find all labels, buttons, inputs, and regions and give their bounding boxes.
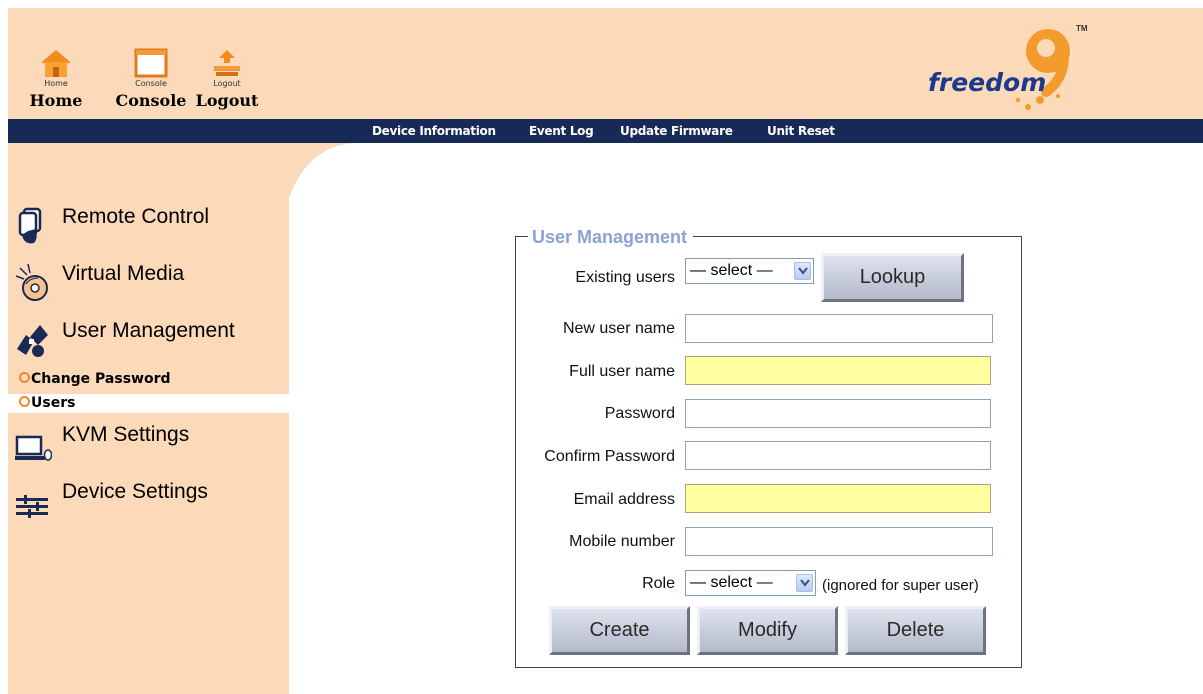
email-address-label: Email address bbox=[573, 491, 675, 508]
password-label: Password bbox=[604, 405, 675, 422]
new-user-name-input[interactable] bbox=[685, 314, 993, 343]
existing-users-select[interactable]: — select — bbox=[685, 258, 814, 284]
home-label: Home bbox=[29, 91, 83, 110]
freedom9-logo: freedom 9 TM bbox=[918, 18, 1098, 113]
chevron-down-icon bbox=[794, 262, 811, 280]
lookup-button[interactable]: Lookup bbox=[821, 253, 964, 302]
sidebar-item-virtual-media[interactable]: Virtual Media bbox=[8, 260, 289, 304]
remote-control-icon bbox=[18, 207, 42, 244]
sidebar-subitem-change-password[interactable]: Change Password bbox=[8, 370, 289, 389]
console-button[interactable]: Console Console bbox=[113, 36, 189, 116]
bullet-icon bbox=[19, 372, 30, 383]
password-input[interactable] bbox=[685, 399, 991, 428]
nav-unit-reset[interactable]: Unit Reset bbox=[767, 124, 835, 138]
virtual-media-icon bbox=[15, 263, 48, 301]
home-button[interactable]: Home Home bbox=[26, 36, 86, 116]
header-bar: Home Home Console Console Logout Logout bbox=[8, 8, 1203, 119]
mobile-number-label: Mobile number bbox=[569, 533, 675, 550]
home-small-label: Home bbox=[44, 79, 68, 88]
sidebar-item-label: Device Settings bbox=[62, 480, 208, 503]
console-label: Console bbox=[115, 91, 187, 110]
console-small-label: Console bbox=[135, 79, 167, 88]
user-management-icon bbox=[17, 325, 48, 357]
sidebar-item-label: User Management bbox=[62, 319, 235, 342]
role-hint: (ignored for super user) bbox=[822, 577, 979, 594]
sidebar: Remote Control Virtual Media User Manage… bbox=[8, 143, 289, 694]
role-select[interactable]: — select — bbox=[685, 570, 816, 596]
confirm-password-label: Confirm Password bbox=[544, 448, 675, 465]
nav-device-information[interactable]: Device Information bbox=[372, 124, 496, 138]
sidebar-subitem-label: Users bbox=[31, 395, 76, 411]
sidebar-item-remote-control[interactable]: Remote Control bbox=[8, 203, 289, 247]
role-value: — select — bbox=[690, 574, 773, 591]
full-user-name-label: Full user name bbox=[569, 363, 675, 380]
sidebar-item-device-settings[interactable]: Device Settings bbox=[8, 478, 289, 522]
logout-icon bbox=[214, 50, 240, 76]
logo-wordmark: freedom bbox=[928, 68, 1047, 97]
home-icon bbox=[41, 50, 71, 77]
sidebar-item-label: KVM Settings bbox=[62, 423, 190, 446]
modify-button[interactable]: Modify bbox=[697, 606, 838, 655]
device-settings-icon bbox=[16, 495, 48, 518]
sidebar-item-user-management[interactable]: User Management bbox=[8, 317, 289, 361]
chevron-down-icon bbox=[796, 574, 813, 592]
sidebar-curve bbox=[289, 143, 359, 203]
new-user-name-label: New user name bbox=[562, 320, 675, 337]
nav-update-firmware[interactable]: Update Firmware bbox=[620, 124, 733, 138]
bullet-icon bbox=[19, 396, 30, 407]
sidebar-item-label: Virtual Media bbox=[62, 262, 185, 285]
sidebar-item-label: Remote Control bbox=[62, 205, 210, 228]
panel-legend: User Management bbox=[528, 226, 694, 248]
top-nav-bar: Device Information Event Log Update Firm… bbox=[8, 119, 1203, 143]
logout-small-label: Logout bbox=[213, 79, 241, 88]
sidebar-item-kvm-settings[interactable]: KVM Settings bbox=[8, 421, 289, 465]
existing-users-label: Existing users bbox=[575, 269, 675, 286]
create-button[interactable]: Create bbox=[549, 606, 690, 655]
full-user-name-input[interactable] bbox=[685, 356, 991, 385]
existing-users-value: — select — bbox=[690, 262, 773, 279]
confirm-password-input[interactable] bbox=[685, 441, 991, 470]
console-icon bbox=[134, 48, 168, 78]
nav-event-log[interactable]: Event Log bbox=[529, 124, 594, 138]
email-address-input[interactable] bbox=[685, 484, 991, 513]
sidebar-subitem-label: Change Password bbox=[31, 371, 171, 387]
sidebar-subitem-users[interactable]: Users bbox=[8, 394, 289, 413]
logout-label: Logout bbox=[195, 91, 259, 110]
delete-button[interactable]: Delete bbox=[845, 606, 986, 655]
mobile-number-input[interactable] bbox=[685, 527, 993, 556]
kvm-settings-icon bbox=[15, 435, 52, 461]
logo-trademark: TM bbox=[1076, 24, 1088, 33]
role-label: Role bbox=[642, 575, 675, 592]
logout-button[interactable]: Logout Logout bbox=[194, 36, 260, 116]
